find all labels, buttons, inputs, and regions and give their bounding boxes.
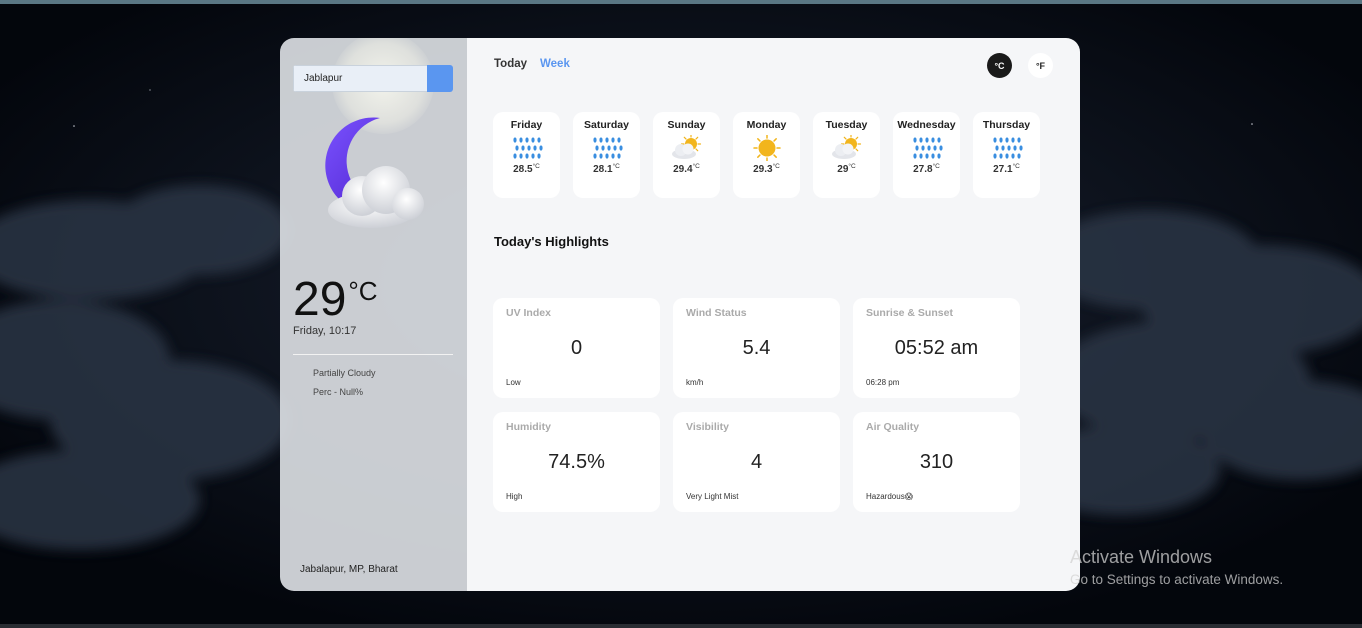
week-temp-unit: °C [772,163,780,170]
side-divider [293,354,453,355]
week-card-tuesday: Tuesday 29°C [813,112,880,198]
weather-card: 29 °C Friday, 10:17 Partially Cloudy Per… [280,38,1080,591]
hl-sub: 06:28 pm [866,378,900,387]
week-temp-value: 29 [837,164,849,175]
hl-label: Humidity [506,421,551,433]
week-temp: 27.8°C [893,163,960,175]
search-input[interactable] [293,65,427,92]
hl-label: UV Index [506,307,551,319]
week-temp-unit: °C [692,163,700,170]
week-card-sunday: Sunday 29.4°C [653,112,720,198]
week-temp: 28.1°C [573,163,640,175]
condition-text: Partially Cloudy [313,368,376,378]
hl-value: 5.4 [742,337,771,359]
week-temp-value: 28.1 [593,164,613,175]
visibility-card: Visibility 4 Very Light Mist [673,412,840,512]
moon-cloud-icon [325,117,424,228]
tab-today[interactable]: Today [494,58,527,70]
partly-sunny-icon [831,135,861,159]
celsius-button[interactable]: °C [987,53,1012,78]
week-temp-unit: °C [612,163,620,170]
rain-icon [592,137,623,159]
partly-sunny-icon [671,135,701,159]
humidity-card: Humidity 74.5% High [493,412,660,512]
week-day-label: Thursday [982,119,1031,131]
hl-sub: Hazardous😱 [866,492,914,501]
air-quality-card: Air Quality 310 Hazardous😱 [853,412,1020,512]
highlights-title: Today's Highlights [494,234,609,249]
week-day-label: Sunday [667,119,706,131]
hl-sub: Very Light Mist [686,492,739,501]
watermark-subtitle: Go to Settings to activate Windows. [1070,572,1284,587]
current-temp-unit: °C [348,276,378,306]
week-temp: 29.4°C [653,163,720,175]
week-temp-unit: °C [1012,163,1020,170]
week-temp: 27.1°C [973,163,1040,175]
week-temp-value: 27.1 [993,164,1013,175]
week-card-thursday: Thursday 27.1°C [973,112,1040,198]
forecast-panel: Today Week °C °F Friday 28.5°C Saturday … [467,38,1080,591]
hl-label: Wind Status [686,307,747,319]
current-day-time: Friday, 10:17 [293,325,357,337]
hl-label: Sunrise & Sunset [866,307,953,319]
tab-week[interactable]: Week [540,58,570,70]
week-temp-value: 28.5 [513,164,533,175]
hl-label: Air Quality [866,421,920,433]
rain-icon [912,137,943,159]
sunrise-sunset-card: Sunrise & Sunset 05:52 am 06:28 pm [853,298,1020,398]
week-day-label: Saturday [584,119,629,131]
hl-sub: High [506,492,523,501]
rain-icon [992,137,1023,159]
week-day-label: Friday [510,119,543,131]
rain-icon [512,137,543,159]
hl-sub: km/h [686,378,704,387]
hl-label: Visibility [686,421,729,433]
sun-icon [752,135,781,161]
activate-windows-watermark: Activate Windows Go to Settings to activ… [1070,547,1283,587]
current-temperature: 29 °C [293,276,378,324]
hl-value: 4 [750,451,763,473]
week-card-friday: Friday 28.5°C [493,112,560,198]
week-temp: 29.3°C [733,163,800,175]
week-temp: 28.5°C [493,163,560,175]
precipitation-text: Perc - Null% [313,387,364,397]
current-temp-value: 29 [293,273,347,326]
hl-sub: Low [506,378,521,387]
wind-status-card: Wind Status 5.4 km/h [673,298,840,398]
week-temp-unit: °C [848,163,856,170]
week-temp: 29°C [813,163,880,175]
hl-value: 0 [570,337,583,359]
week-card-saturday: Saturday 28.1°C [573,112,640,198]
hl-value: 74.5% [548,451,605,473]
week-day-label: Monday [746,119,787,131]
watermark-title: Activate Windows [1070,547,1213,567]
week-card-wednesday: Wednesday 27.8°C [893,112,960,198]
view-tabs: Today Week [494,58,570,70]
hl-value: 05:52 am [894,337,979,359]
hl-value: 310 [919,451,954,473]
search-button[interactable] [427,65,453,92]
week-temp-value: 29.4 [673,164,693,175]
week-temp-value: 29.3 [753,164,773,175]
week-day-label: Tuesday [825,119,868,131]
uv-index-card: UV Index 0 Low [493,298,660,398]
week-temp-unit: °C [532,163,540,170]
current-weather-panel: 29 °C Friday, 10:17 Partially Cloudy Per… [280,38,467,591]
week-temp-value: 27.8 [913,164,933,175]
week-day-label: Wednesday [897,119,956,131]
search-bar [293,65,453,92]
week-temp-unit: °C [932,163,940,170]
fahrenheit-button[interactable]: °F [1028,53,1053,78]
week-card-monday: Monday 29.3°C [733,112,800,198]
window-bottom-strip [0,624,1362,628]
location-text: Jabalapur, MP, Bharat [300,564,398,575]
